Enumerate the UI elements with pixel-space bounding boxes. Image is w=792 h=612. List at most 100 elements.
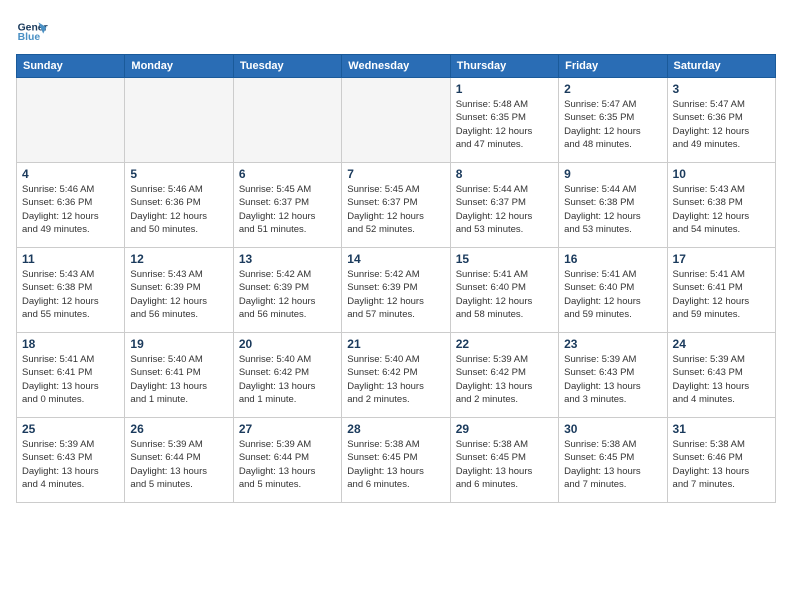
day-cell-12: 12 Sunrise: 5:43 AMSunset: 6:39 PMDayligh… — [125, 248, 233, 333]
day-cell-1: 1 Sunrise: 5:48 AMSunset: 6:35 PMDaylight… — [450, 78, 558, 163]
day-number: 6 — [239, 167, 336, 181]
day-info: Sunrise: 5:43 AMSunset: 6:38 PMDaylight:… — [673, 183, 770, 236]
day-number: 22 — [456, 337, 553, 351]
day-cell-11: 11 Sunrise: 5:43 AMSunset: 6:38 PMDayligh… — [17, 248, 125, 333]
day-number: 16 — [564, 252, 661, 266]
day-info: Sunrise: 5:41 AMSunset: 6:41 PMDaylight:… — [22, 353, 119, 406]
day-info: Sunrise: 5:39 AMSunset: 6:44 PMDaylight:… — [239, 438, 336, 491]
empty-cell — [125, 78, 233, 163]
day-number: 1 — [456, 82, 553, 96]
day-info: Sunrise: 5:39 AMSunset: 6:42 PMDaylight:… — [456, 353, 553, 406]
day-cell-27: 27 Sunrise: 5:39 AMSunset: 6:44 PMDayligh… — [233, 418, 341, 503]
day-number: 13 — [239, 252, 336, 266]
day-info: Sunrise: 5:40 AMSunset: 6:42 PMDaylight:… — [239, 353, 336, 406]
day-info: Sunrise: 5:41 AMSunset: 6:40 PMDaylight:… — [564, 268, 661, 321]
day-info: Sunrise: 5:39 AMSunset: 6:43 PMDaylight:… — [564, 353, 661, 406]
day-cell-17: 17 Sunrise: 5:41 AMSunset: 6:41 PMDayligh… — [667, 248, 775, 333]
day-number: 27 — [239, 422, 336, 436]
day-cell-5: 5Sunrise: 5:46 AMSunset: 6:36 PMDaylight… — [125, 163, 233, 248]
page-header: General Blue — [16, 16, 776, 48]
day-number: 21 — [347, 337, 444, 351]
day-number: 2 — [564, 82, 661, 96]
day-cell-28: 28Sunrise: 5:38 AMSunset: 6:45 PMDayligh… — [342, 418, 450, 503]
col-header-friday: Friday — [559, 55, 667, 78]
day-cell-4: 4 Sunrise: 5:46 AMSunset: 6:36 PMDaylight… — [17, 163, 125, 248]
day-number: 9 — [564, 167, 661, 181]
day-info: Sunrise: 5:39 AMSunset: 6:44 PMDaylight:… — [130, 438, 227, 491]
day-info: Sunrise: 5:40 AMSunset: 6:41 PMDaylight:… — [130, 353, 227, 406]
day-cell-16: 16 Sunrise: 5:41 AMSunset: 6:40 PMDayligh… — [559, 248, 667, 333]
day-number: 29 — [456, 422, 553, 436]
calendar-header: SundayMondayTuesdayWednesdayThursdayFrid… — [17, 55, 776, 78]
day-info: Sunrise: 5:39 AMSunset: 6:43 PMDaylight:… — [673, 353, 770, 406]
week-row-2: 4 Sunrise: 5:46 AMSunset: 6:36 PMDaylight… — [17, 163, 776, 248]
day-number: 19 — [130, 337, 227, 351]
day-cell-31: 31Sunrise: 5:38 AMSunset: 6:46 PMDayligh… — [667, 418, 775, 503]
day-cell-14: 14 Sunrise: 5:42 AMSunset: 6:39 PMDayligh… — [342, 248, 450, 333]
day-cell-24: 24 Sunrise: 5:39 AMSunset: 6:43 PMDayligh… — [667, 333, 775, 418]
empty-cell — [17, 78, 125, 163]
day-info: Sunrise: 5:38 AMSunset: 6:46 PMDaylight:… — [673, 438, 770, 491]
week-row-1: 1 Sunrise: 5:48 AMSunset: 6:35 PMDaylight… — [17, 78, 776, 163]
day-number: 18 — [22, 337, 119, 351]
day-info: Sunrise: 5:48 AMSunset: 6:35 PMDaylight:… — [456, 98, 553, 151]
day-info: Sunrise: 5:42 AMSunset: 6:39 PMDaylight:… — [347, 268, 444, 321]
day-cell-18: 18 Sunrise: 5:41 AMSunset: 6:41 PMDayligh… — [17, 333, 125, 418]
day-cell-30: 30 Sunrise: 5:38 AMSunset: 6:45 PMDayligh… — [559, 418, 667, 503]
day-number: 4 — [22, 167, 119, 181]
day-number: 3 — [673, 82, 770, 96]
day-cell-20: 20 Sunrise: 5:40 AMSunset: 6:42 PMDayligh… — [233, 333, 341, 418]
day-number: 12 — [130, 252, 227, 266]
col-header-wednesday: Wednesday — [342, 55, 450, 78]
day-info: Sunrise: 5:43 AMSunset: 6:38 PMDaylight:… — [22, 268, 119, 321]
col-header-monday: Monday — [125, 55, 233, 78]
day-info: Sunrise: 5:47 AMSunset: 6:36 PMDaylight:… — [673, 98, 770, 151]
day-info: Sunrise: 5:38 AMSunset: 6:45 PMDaylight:… — [347, 438, 444, 491]
col-header-thursday: Thursday — [450, 55, 558, 78]
day-cell-19: 19 Sunrise: 5:40 AMSunset: 6:41 PMDayligh… — [125, 333, 233, 418]
day-info: Sunrise: 5:44 AMSunset: 6:38 PMDaylight:… — [564, 183, 661, 236]
day-info: Sunrise: 5:44 AMSunset: 6:37 PMDaylight:… — [456, 183, 553, 236]
day-cell-23: 23 Sunrise: 5:39 AMSunset: 6:43 PMDayligh… — [559, 333, 667, 418]
day-info: Sunrise: 5:41 AMSunset: 6:40 PMDaylight:… — [456, 268, 553, 321]
day-number: 23 — [564, 337, 661, 351]
col-header-sunday: Sunday — [17, 55, 125, 78]
day-number: 20 — [239, 337, 336, 351]
day-number: 14 — [347, 252, 444, 266]
day-info: Sunrise: 5:41 AMSunset: 6:41 PMDaylight:… — [673, 268, 770, 321]
day-number: 24 — [673, 337, 770, 351]
calendar-table: SundayMondayTuesdayWednesdayThursdayFrid… — [16, 54, 776, 503]
day-number: 11 — [22, 252, 119, 266]
day-cell-13: 13Sunrise: 5:42 AMSunset: 6:39 PMDayligh… — [233, 248, 341, 333]
day-cell-2: 2Sunrise: 5:47 AMSunset: 6:35 PMDaylight… — [559, 78, 667, 163]
day-cell-29: 29 Sunrise: 5:38 AMSunset: 6:45 PMDayligh… — [450, 418, 558, 503]
day-number: 10 — [673, 167, 770, 181]
day-number: 17 — [673, 252, 770, 266]
logo: General Blue — [16, 16, 48, 48]
day-cell-21: 21Sunrise: 5:40 AMSunset: 6:42 PMDayligh… — [342, 333, 450, 418]
day-cell-22: 22 Sunrise: 5:39 AMSunset: 6:42 PMDayligh… — [450, 333, 558, 418]
empty-cell — [342, 78, 450, 163]
day-info: Sunrise: 5:45 AMSunset: 6:37 PMDaylight:… — [239, 183, 336, 236]
day-cell-3: 3 Sunrise: 5:47 AMSunset: 6:36 PMDaylight… — [667, 78, 775, 163]
day-cell-15: 15 Sunrise: 5:41 AMSunset: 6:40 PMDayligh… — [450, 248, 558, 333]
day-number: 25 — [22, 422, 119, 436]
week-row-4: 18 Sunrise: 5:41 AMSunset: 6:41 PMDayligh… — [17, 333, 776, 418]
day-number: 8 — [456, 167, 553, 181]
calendar-body: 1 Sunrise: 5:48 AMSunset: 6:35 PMDaylight… — [17, 78, 776, 503]
day-info: Sunrise: 5:43 AMSunset: 6:39 PMDaylight:… — [130, 268, 227, 321]
col-header-tuesday: Tuesday — [233, 55, 341, 78]
empty-cell — [233, 78, 341, 163]
day-info: Sunrise: 5:38 AMSunset: 6:45 PMDaylight:… — [564, 438, 661, 491]
day-info: Sunrise: 5:45 AMSunset: 6:37 PMDaylight:… — [347, 183, 444, 236]
day-number: 15 — [456, 252, 553, 266]
week-row-3: 11 Sunrise: 5:43 AMSunset: 6:38 PMDayligh… — [17, 248, 776, 333]
day-number: 5 — [130, 167, 227, 181]
day-info: Sunrise: 5:46 AMSunset: 6:36 PMDaylight:… — [22, 183, 119, 236]
logo-icon: General Blue — [16, 16, 48, 48]
day-cell-8: 8 Sunrise: 5:44 AMSunset: 6:37 PMDaylight… — [450, 163, 558, 248]
day-cell-10: 10 Sunrise: 5:43 AMSunset: 6:38 PMDayligh… — [667, 163, 775, 248]
col-header-saturday: Saturday — [667, 55, 775, 78]
day-info: Sunrise: 5:38 AMSunset: 6:45 PMDaylight:… — [456, 438, 553, 491]
day-number: 30 — [564, 422, 661, 436]
